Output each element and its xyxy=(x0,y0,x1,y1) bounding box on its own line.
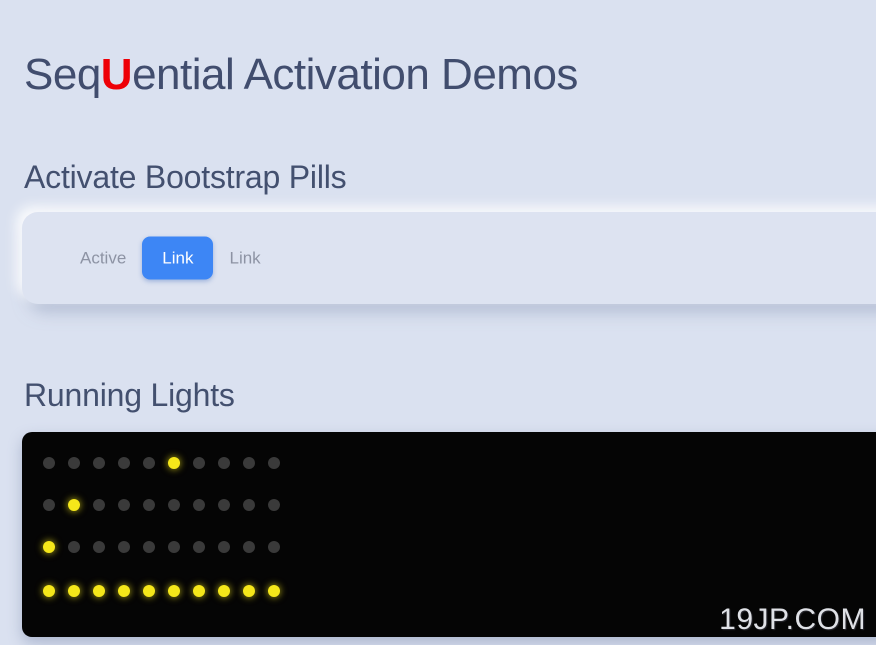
led-indicator-on xyxy=(68,585,80,597)
pills-nav: Active Link Link xyxy=(64,236,277,280)
led-indicator-off xyxy=(243,457,255,469)
pills-card: Active Link Link xyxy=(22,212,876,304)
led-indicator-off xyxy=(193,541,205,553)
led-indicator-on xyxy=(268,585,280,597)
led-indicator-on xyxy=(93,585,105,597)
led-row xyxy=(43,457,280,469)
led-indicator-off xyxy=(43,457,55,469)
site-watermark: 19JP.COM xyxy=(719,603,866,636)
led-indicator-off xyxy=(193,457,205,469)
led-indicator-off xyxy=(268,541,280,553)
led-row xyxy=(43,499,280,511)
led-indicator-on xyxy=(43,585,55,597)
led-indicator-off xyxy=(93,541,105,553)
section-heading-pills: Activate Bootstrap Pills xyxy=(24,158,347,195)
led-indicator-off xyxy=(168,499,180,511)
led-indicator-off xyxy=(268,499,280,511)
page-title-after: ential Activation Demos xyxy=(132,50,578,100)
led-indicator-off xyxy=(118,457,130,469)
pill-link[interactable]: Link xyxy=(213,237,276,280)
led-row xyxy=(43,541,280,553)
led-indicator-off xyxy=(143,457,155,469)
page-title-before: Seq xyxy=(24,50,101,100)
pill-link-selected[interactable]: Link xyxy=(142,236,214,280)
led-indicator-off xyxy=(243,541,255,553)
led-indicator-off xyxy=(218,499,230,511)
led-indicator-on xyxy=(243,585,255,597)
pill-active[interactable]: Active xyxy=(64,237,142,280)
section-heading-running-lights: Running Lights xyxy=(24,376,235,413)
led-indicator-off xyxy=(43,499,55,511)
led-indicator-on xyxy=(43,541,55,553)
led-indicator-off xyxy=(143,499,155,511)
led-indicator-on xyxy=(218,585,230,597)
led-indicator-on xyxy=(168,457,180,469)
led-indicator-on xyxy=(143,585,155,597)
led-indicator-off xyxy=(268,457,280,469)
led-indicator-off xyxy=(218,457,230,469)
led-indicator-off xyxy=(193,499,205,511)
led-indicator-off xyxy=(93,457,105,469)
led-indicator-off xyxy=(118,541,130,553)
led-row xyxy=(43,585,280,597)
led-indicator-on xyxy=(118,585,130,597)
led-indicator-on xyxy=(168,585,180,597)
page-title-accent-letter: U xyxy=(100,50,133,100)
led-indicator-off xyxy=(143,541,155,553)
led-indicator-on xyxy=(68,499,80,511)
led-indicator-off xyxy=(118,499,130,511)
led-indicator-off xyxy=(218,541,230,553)
led-indicator-off xyxy=(243,499,255,511)
led-indicator-off xyxy=(68,541,80,553)
led-indicator-off xyxy=(68,457,80,469)
page-root: SeqUential Activation Demos Activate Boo… xyxy=(0,0,876,645)
led-indicator-off xyxy=(168,541,180,553)
led-indicator-off xyxy=(93,499,105,511)
page-title: SeqUential Activation Demos xyxy=(24,47,578,102)
led-indicator-on xyxy=(193,585,205,597)
